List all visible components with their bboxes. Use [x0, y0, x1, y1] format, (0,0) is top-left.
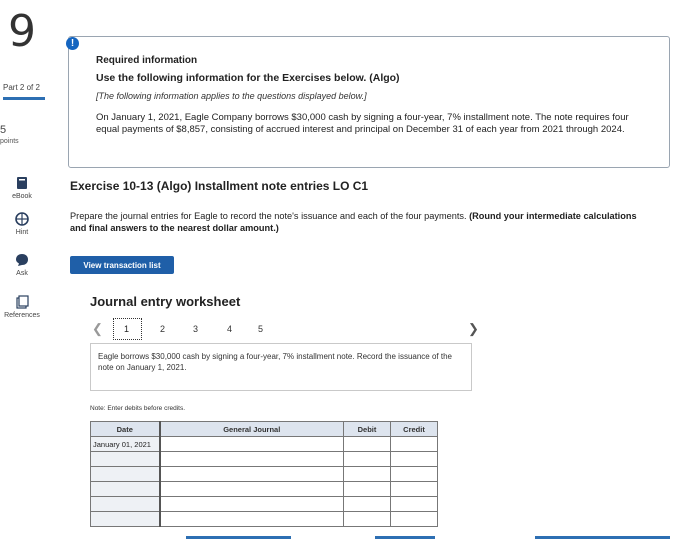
account-input[interactable] — [158, 451, 344, 467]
date-cell[interactable] — [90, 451, 160, 467]
debit-input[interactable] — [343, 466, 391, 482]
debit-input[interactable] — [343, 496, 391, 512]
sidebar-item-label: Ask — [16, 270, 28, 277]
page-tab-5[interactable]: 5 — [258, 324, 263, 334]
credit-input[interactable] — [390, 466, 438, 482]
credit-input[interactable] — [390, 511, 438, 527]
book-icon — [17, 177, 27, 189]
part-indicator: Part 2 of 2 — [3, 83, 40, 92]
debit-input[interactable] — [343, 436, 391, 452]
table-row — [90, 451, 438, 467]
exercise-title: Exercise 10-13 (Algo) Installment note e… — [70, 179, 369, 193]
credit-input[interactable] — [390, 496, 438, 512]
account-input[interactable] — [158, 481, 344, 497]
page-tab-1[interactable]: 1 — [113, 318, 142, 340]
action-button-edge[interactable] — [186, 536, 291, 539]
date-cell[interactable] — [90, 511, 160, 527]
part-progress-bar — [3, 97, 45, 100]
sidebar-item-ebook[interactable]: eBook — [2, 176, 42, 200]
prev-page-icon[interactable]: ❮ — [92, 321, 103, 337]
column-header-date: Date — [90, 421, 160, 437]
sidebar-item-label: Hint — [15, 229, 29, 236]
transaction-description: Eagle borrows $30,000 cash by signing a … — [98, 352, 452, 372]
column-header-debit: Debit — [343, 421, 391, 437]
debit-input[interactable] — [343, 481, 391, 497]
page-tab-3[interactable]: 3 — [193, 324, 198, 334]
table-row — [90, 466, 438, 482]
scenario-paragraph: On January 1, 2021, Eagle Company borrow… — [96, 112, 629, 135]
question-number: 9 — [8, 6, 36, 57]
page-tab-4[interactable]: 4 — [227, 324, 232, 334]
table-row — [90, 496, 438, 512]
sidebar-item-references[interactable]: References — [2, 295, 42, 319]
date-cell[interactable] — [90, 466, 160, 482]
points-label: points — [0, 138, 19, 145]
chat-bubble-icon — [16, 254, 28, 266]
date-cell[interactable] — [90, 481, 160, 497]
instructions-text: Prepare the journal entries for Eagle to… — [70, 211, 470, 221]
table-header-row: Date General Journal Debit Credit — [90, 421, 438, 437]
required-info-title: Required information — [96, 55, 198, 66]
globe-icon — [15, 212, 29, 226]
journal-table: Date General Journal Debit Credit Januar… — [90, 421, 438, 527]
points-value: 5 — [0, 124, 7, 136]
account-input[interactable] — [158, 436, 344, 452]
credit-input[interactable] — [390, 436, 438, 452]
sidebar-item-ask[interactable]: Ask — [2, 253, 42, 277]
credit-input[interactable] — [390, 481, 438, 497]
next-page-icon[interactable]: ❯ — [468, 321, 479, 337]
view-transaction-list-button[interactable]: View transaction list — [70, 256, 174, 274]
date-cell[interactable]: January 01, 2021 — [90, 436, 160, 452]
action-button-edge[interactable] — [375, 536, 435, 539]
instructions-heading: Use the following information for the Ex… — [96, 72, 400, 84]
account-input[interactable] — [158, 466, 344, 482]
account-input[interactable] — [158, 511, 344, 527]
alert-icon: ! — [66, 37, 79, 50]
table-row — [90, 481, 438, 497]
column-header-credit: Credit — [390, 421, 438, 437]
documents-icon — [16, 295, 29, 309]
table-row: January 01, 2021 — [90, 436, 438, 452]
sidebar-item-label: eBook — [12, 193, 32, 200]
sidebar-item-label: References — [4, 312, 40, 319]
date-cell[interactable] — [90, 496, 160, 512]
debit-input[interactable] — [343, 451, 391, 467]
worksheet-title: Journal entry worksheet — [90, 294, 241, 309]
column-header-journal: General Journal — [158, 421, 344, 437]
sidebar-item-hint[interactable]: Hint — [2, 212, 42, 236]
exercise-instructions: Prepare the journal entries for Eagle to… — [70, 211, 640, 234]
instructions-note: [The following information applies to th… — [96, 91, 367, 101]
credit-input[interactable] — [390, 451, 438, 467]
page-tab-2[interactable]: 2 — [160, 324, 165, 334]
action-button-edge[interactable] — [535, 536, 670, 539]
account-input[interactable] — [158, 496, 344, 512]
table-row — [90, 511, 438, 527]
debit-credit-note: Note: Enter debits before credits. — [90, 405, 186, 412]
debit-input[interactable] — [343, 511, 391, 527]
